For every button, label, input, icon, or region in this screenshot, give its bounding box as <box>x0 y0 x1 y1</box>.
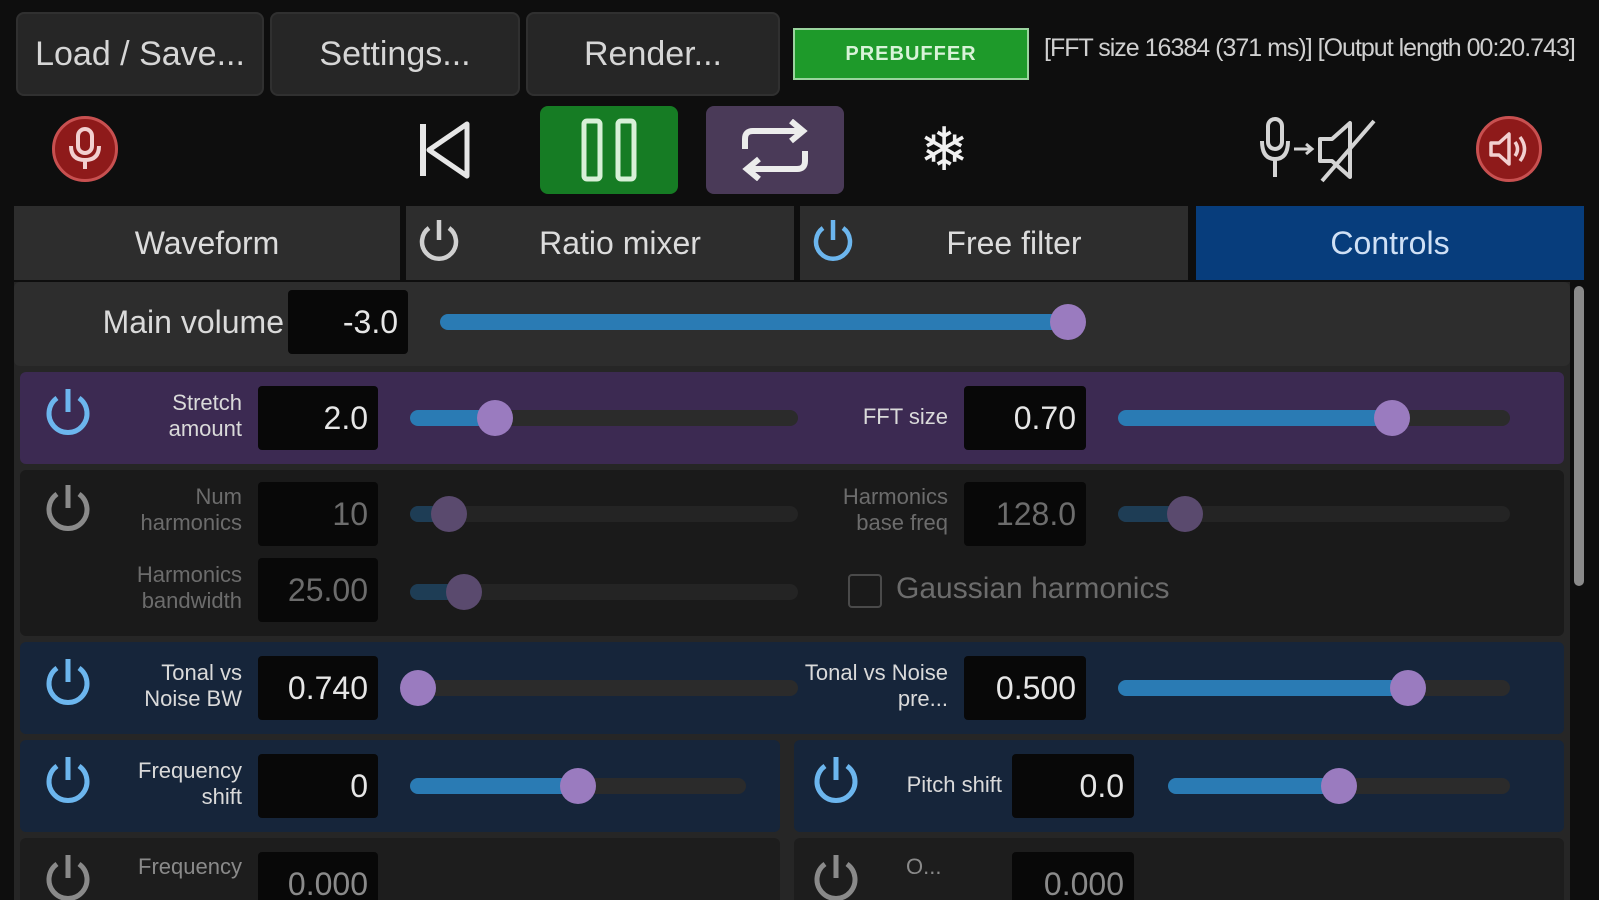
mic-to-mute-icon <box>1260 117 1376 183</box>
stretch-row: Stretch amount 2.0 FFT size 0.70 <box>20 372 1564 464</box>
harmonics-base-freq-slider[interactable] <box>1118 496 1510 532</box>
frequency-shift-fill <box>410 778 578 794</box>
pitch-shift-value[interactable]: 0.0 <box>1012 754 1134 818</box>
snowflake-icon: ❄ <box>918 116 970 183</box>
harmonics-power-icon[interactable] <box>40 480 96 536</box>
tab-waveform-label: Waveform <box>134 224 280 261</box>
pitch-shift-slider[interactable] <box>1168 768 1510 804</box>
tab-controls-label: Controls <box>1330 224 1450 261</box>
main-volume-label: Main volume <box>102 304 284 340</box>
frequency-shift-slider[interactable] <box>410 768 746 804</box>
fft-info-text: [FFT size 16384 (371 ms)] [Output length… <box>1044 34 1576 62</box>
frequency-shift-row: Frequency shift 0 <box>20 740 780 832</box>
o-partial-row: O... 0.000 <box>794 838 1564 900</box>
load-save-label: Load / Save... <box>35 34 245 73</box>
prebuffer-button[interactable]: PREBUFFER <box>793 28 1029 80</box>
frequency-partial-label: Frequency <box>138 854 242 879</box>
tab-waveform[interactable]: Waveform <box>14 206 400 280</box>
pause-icon <box>581 118 637 182</box>
num-harmonics-slider[interactable] <box>410 496 798 532</box>
load-save-button[interactable]: Load / Save... <box>16 12 264 96</box>
tonal-noise-preserve-value[interactable]: 0.500 <box>964 656 1086 720</box>
fft-size-value[interactable]: 0.70 <box>964 386 1086 450</box>
frequency-shift-value[interactable]: 0 <box>258 754 378 818</box>
loop-icon <box>742 119 808 181</box>
pitch-shift-fill <box>1168 778 1339 794</box>
tonal-noise-preserve-fill <box>1118 680 1409 696</box>
controls-panel: Main volume -3.0 Stretch amount 2.0 FFT … <box>14 282 1570 900</box>
microphone-icon <box>69 127 101 169</box>
tonal-noise-bw-label: Tonal vs Noise BW <box>144 660 242 711</box>
gaussian-harmonics-checkbox[interactable] <box>848 574 882 608</box>
speaker-icon <box>1489 132 1527 166</box>
tab-free-filter-label: Free filter <box>946 224 1082 261</box>
main-volume-slider[interactable] <box>440 304 1086 340</box>
fft-size-slider[interactable] <box>1118 400 1510 436</box>
tonal-noise-row: Tonal vs Noise BW 0.740 Tonal vs Noise p… <box>20 642 1564 734</box>
fft-size-thumb[interactable] <box>1374 400 1411 436</box>
main-volume-value[interactable]: -3.0 <box>288 290 408 354</box>
pitch-shift-power-icon[interactable] <box>808 752 864 808</box>
pitch-shift-thumb[interactable] <box>1321 768 1357 804</box>
prebuffer-label: PREBUFFER <box>845 42 977 65</box>
tonal-noise-bw-value[interactable]: 0.740 <box>258 656 378 720</box>
panel-scrollbar[interactable] <box>1574 286 1584 586</box>
freeze-button[interactable]: ❄ <box>908 114 980 186</box>
speaker-button[interactable] <box>1476 116 1542 182</box>
tab-ratio-mixer[interactable]: Ratio mixer <box>406 206 794 280</box>
rewind-to-start-icon <box>420 121 470 179</box>
loop-button[interactable] <box>706 106 844 194</box>
stretch-amount-value[interactable]: 2.0 <box>258 386 378 450</box>
harmonics-row: Num harmonics 10 Harmonics base freq 128… <box>20 470 1564 636</box>
stretch-amount-thumb[interactable] <box>477 400 514 436</box>
stretch-power-icon[interactable] <box>40 384 96 440</box>
tonal-noise-bw-thumb[interactable] <box>399 670 436 706</box>
settings-label: Settings... <box>319 34 471 73</box>
o-partial-power-icon[interactable] <box>808 850 864 900</box>
harmonics-base-freq-value[interactable]: 128.0 <box>964 482 1086 546</box>
harmonics-base-freq-thumb[interactable] <box>1166 496 1203 532</box>
fft-size-fill <box>1118 410 1393 426</box>
tab-ratio-mixer-label: Ratio mixer <box>539 224 701 261</box>
frequency-partial-power-icon[interactable] <box>40 850 96 900</box>
num-harmonics-thumb[interactable] <box>430 496 467 532</box>
frequency-partial-row: Frequency 0.000 <box>20 838 780 900</box>
pitch-shift-row: Pitch shift 0.0 <box>794 740 1564 832</box>
tonal-noise-bw-slider[interactable] <box>399 670 798 706</box>
tonal-noise-preserve-slider[interactable] <box>1118 670 1510 706</box>
frequency-shift-label: Frequency shift <box>138 758 242 809</box>
num-harmonics-label: Num harmonics <box>140 484 242 535</box>
mic-to-mute-button[interactable] <box>1258 114 1386 186</box>
tonal-noise-preserve-thumb[interactable] <box>1390 670 1427 706</box>
harmonics-bandwidth-thumb[interactable] <box>446 574 483 610</box>
main-volume-thumb[interactable] <box>1049 304 1086 340</box>
settings-button[interactable]: Settings... <box>270 12 520 96</box>
stretch-amount-label: Stretch amount <box>168 390 242 441</box>
record-button[interactable] <box>52 116 118 182</box>
stretch-amount-slider[interactable] <box>410 400 798 436</box>
tonal-noise-preserve-label: Tonal vs Noise pre... <box>804 660 948 711</box>
pause-button[interactable] <box>540 106 678 194</box>
main-volume-fill <box>440 314 1068 330</box>
gaussian-harmonics-label: Gaussian harmonics <box>896 572 1170 605</box>
harmonics-base-freq-label: Harmonics base freq <box>842 484 948 535</box>
render-label: Render... <box>584 34 722 73</box>
render-button[interactable]: Render... <box>526 12 780 96</box>
fft-size-label: FFT size <box>862 404 948 429</box>
rewind-button[interactable] <box>410 112 480 188</box>
harmonics-bandwidth-label: Harmonics bandwidth <box>136 562 242 613</box>
harmonics-bandwidth-slider[interactable] <box>410 574 798 610</box>
o-partial-label: O... <box>906 854 942 879</box>
harmonics-bandwidth-value[interactable]: 25.00 <box>258 558 378 622</box>
frequency-shift-power-icon[interactable] <box>40 752 96 808</box>
tab-controls[interactable]: Controls <box>1196 206 1584 280</box>
pitch-shift-label: Pitch shift <box>906 772 1002 797</box>
tonal-noise-power-icon[interactable] <box>40 654 96 710</box>
frequency-shift-thumb[interactable] <box>560 768 596 804</box>
o-partial-value[interactable]: 0.000 <box>1012 852 1134 900</box>
frequency-partial-value[interactable]: 0.000 <box>258 852 378 900</box>
num-harmonics-value[interactable]: 10 <box>258 482 378 546</box>
tab-free-filter[interactable]: Free filter <box>800 206 1188 280</box>
main-volume-row: Main volume -3.0 <box>14 282 1570 366</box>
